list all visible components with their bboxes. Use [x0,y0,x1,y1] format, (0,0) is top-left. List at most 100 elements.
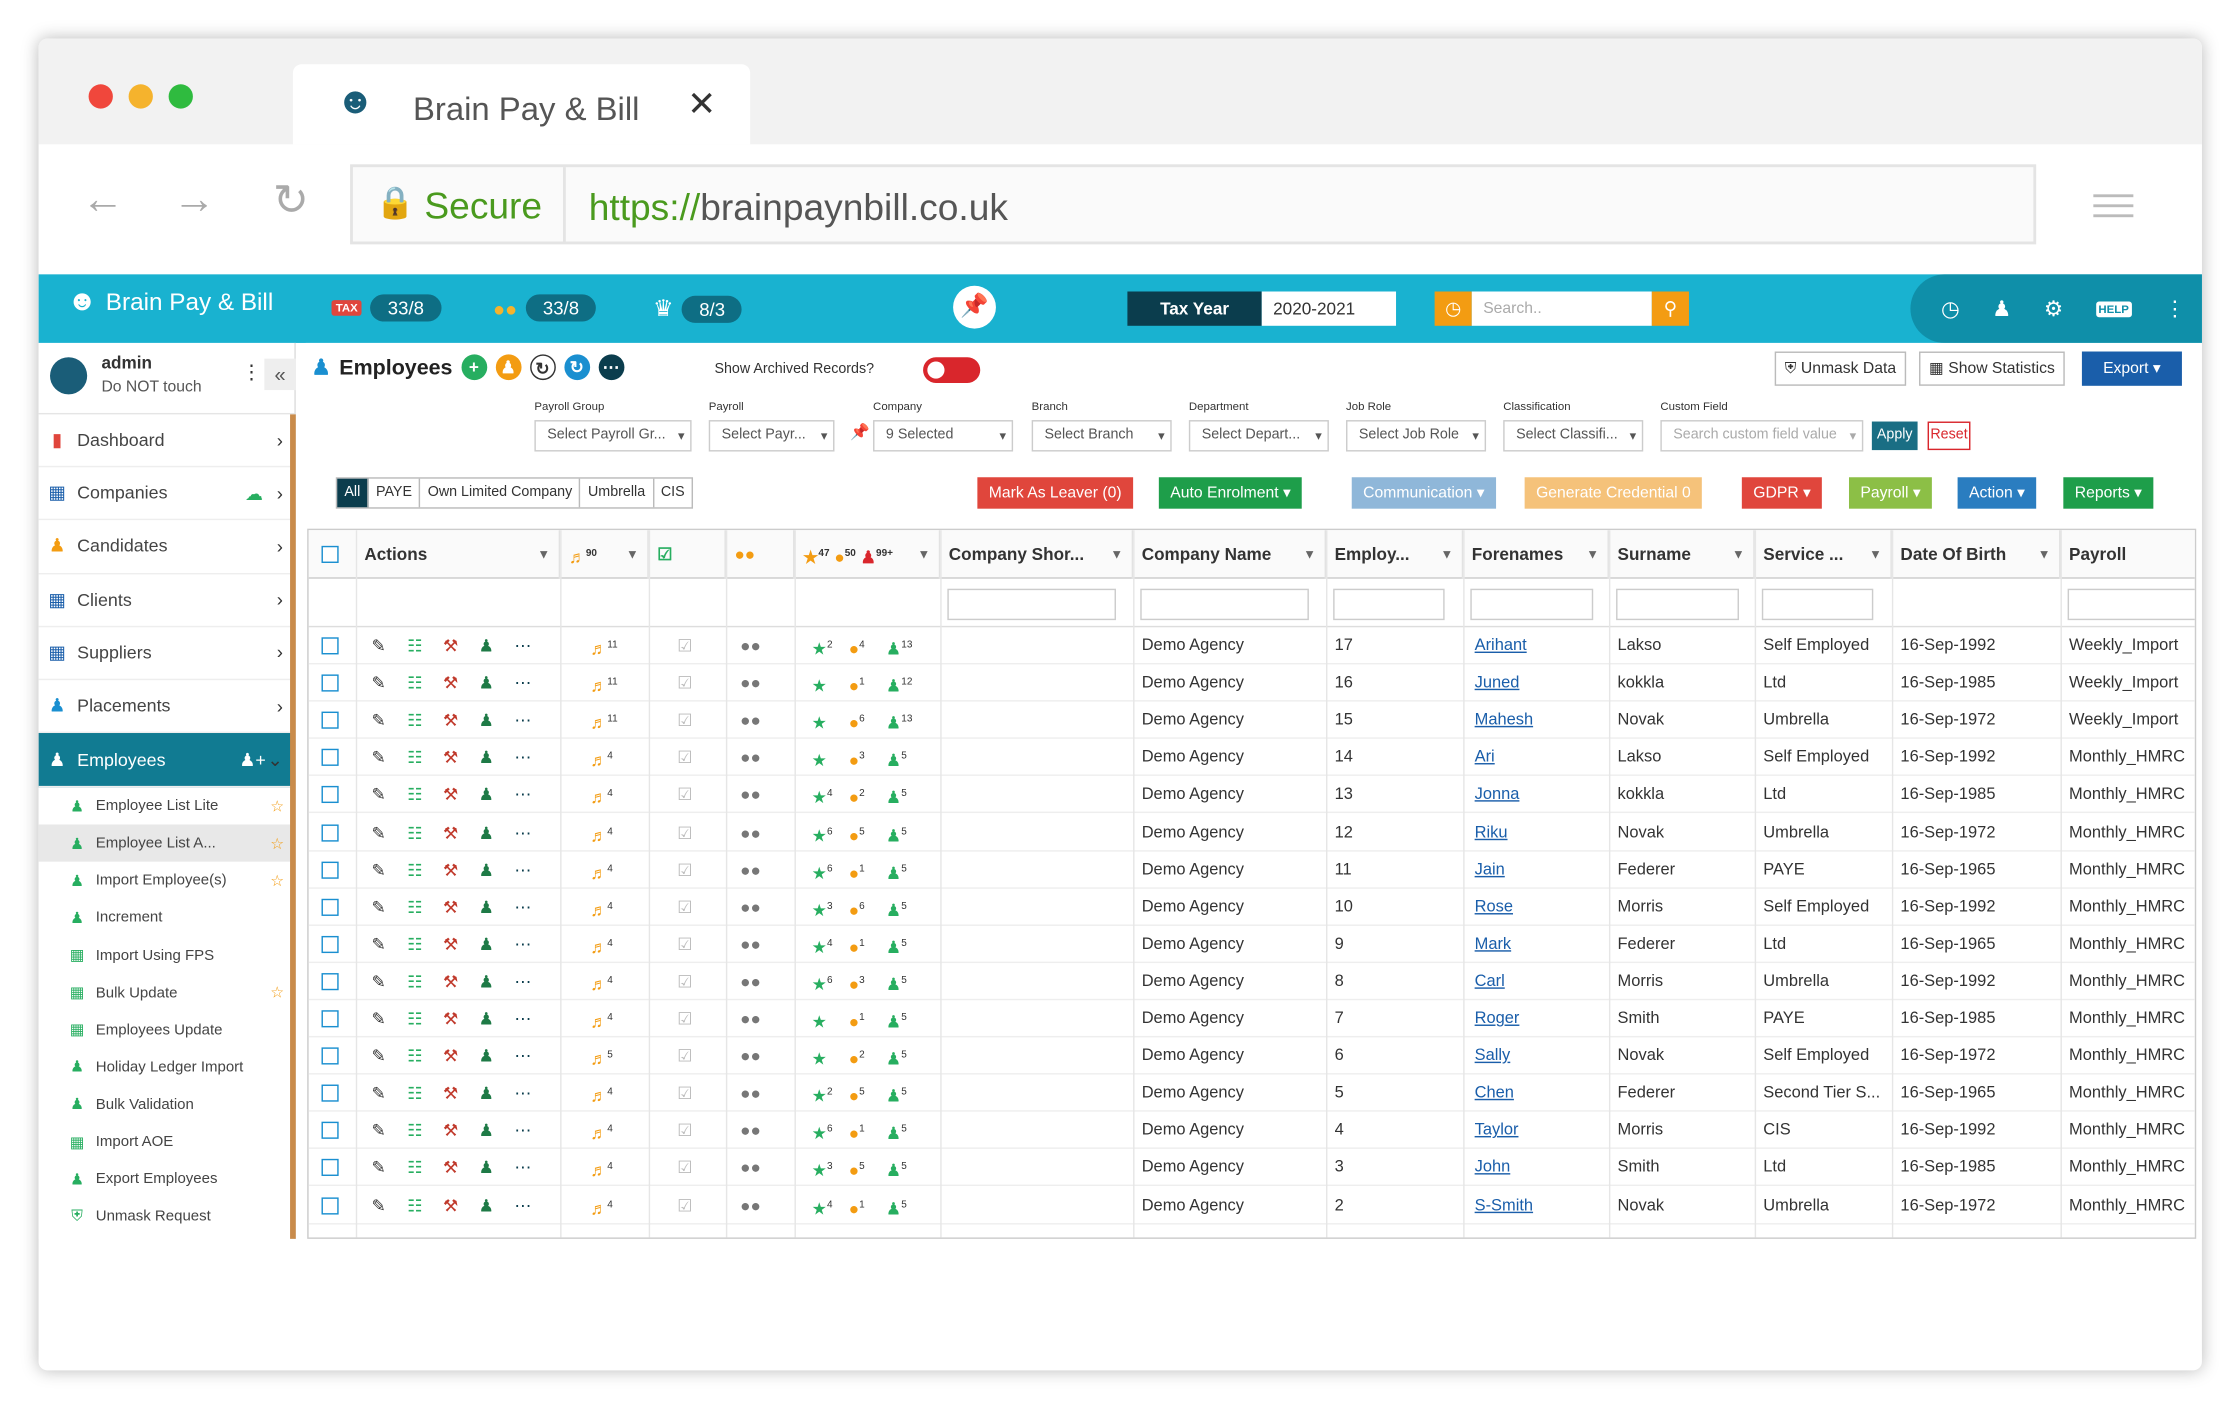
user-menu-icon[interactable]: ⋮ [241,360,261,384]
more-icon[interactable]: ⋯ [514,1082,531,1105]
more-icon[interactable]: ⋯ [514,1119,531,1142]
user-alert-icon[interactable]: ♟13 [886,709,913,735]
custom-field-input[interactable]: Search custom field value [1660,420,1864,452]
mark-as-leaver-button[interactable]: Mark As Leaver (0) [977,477,1134,509]
coins-stack-icon[interactable]: ●5 [849,1082,865,1108]
user-icon[interactable]: ♟ [479,1007,494,1030]
sidebar-subitem[interactable]: ♟ Bulk Validation [39,1086,295,1123]
coins-stack-icon[interactable]: ●2 [849,1045,865,1071]
user-plus-icon[interactable]: ♟ [1992,296,2011,321]
bell-icon[interactable]: ♬4 [590,970,613,996]
table-row[interactable]: ✎ ☷ ⚒ ♟ ⋯ ♬4 ☑ ●● ★3 ●5 ♟5 Demo Agency 3 John Smith Ltd… [308,1149,2195,1187]
company-name-filter-input[interactable] [1140,588,1309,621]
gavel-icon[interactable]: ⚒ [443,1082,458,1105]
clipboard-icon[interactable]: ☑ [677,1157,692,1180]
table-row[interactable]: ✎ ☷ ⚒ ♟ ⋯ ♬11 ☑ ●● ★ ●1 ♟12 Demo Agency 16 Juned kokkl… [308,665,2195,702]
service-filter-input[interactable] [1761,588,1874,621]
gavel-icon[interactable]: ⚒ [443,1045,458,1068]
edit-icon[interactable]: ✎ [372,1007,386,1030]
clipboard-icon[interactable]: ☑ [677,746,692,769]
clipboard-icon[interactable]: ☑ [677,784,692,807]
employee-id-filter-input[interactable] [1333,588,1445,621]
clipboard-icon[interactable]: ☑ [677,1082,692,1105]
table-row[interactable]: ✎ ☷ ⚒ ♟ ⋯ ♬4 ☑ ●● ★ ●1 ♟5 Demo Agency 7 Roger Smith PAY… [308,1000,2195,1038]
help-icon[interactable]: HELP [2095,300,2132,317]
edit-icon[interactable]: ✎ [372,746,386,769]
document-icon[interactable]: ☷ [407,858,422,881]
status-icon[interactable]: ★ [812,709,827,735]
sidebar-subitem[interactable]: ♟ Increment [39,899,295,936]
table-row[interactable]: ✎ ☷ ⚒ ♟ ⋯ ♬11 ☑ ●● ★ ●6 ♟13 Demo Agency 15 Mahesh Nova… [308,702,2195,740]
status-icon[interactable]: ★2 [812,634,833,660]
coins-stack-icon[interactable]: ●1 [849,1007,865,1033]
more-icon[interactable]: ⋯ [514,746,531,769]
col-forenames[interactable]: Forenames ▼ [1463,530,1609,579]
avatar[interactable] [50,357,88,395]
gdpr-button[interactable]: GDPR ▾ [1741,477,1823,509]
document-icon[interactable]: ☷ [407,1007,422,1030]
department-select[interactable]: Select Depart... [1188,420,1329,452]
table-row[interactable]: ✎ ☷ ⚒ ♟ ⋯ ♬4 ☑ ●● ★6 ●5 ♟5 Demo Agency 12 Riku Novak Um… [308,814,2195,852]
forename-link[interactable]: Chen [1466,1075,1609,1112]
more-icon[interactable]: ⋯ [514,634,531,657]
forename-link[interactable]: Arihant [1466,627,1609,664]
status-icon[interactable]: ★4 [812,933,833,959]
document-icon[interactable]: ☷ [407,895,422,918]
tab-own-limited-company[interactable]: Own Limited Company [421,478,581,508]
coins-stack-icon[interactable]: ●6 [849,895,865,921]
user-icon[interactable]: ♟ [479,784,494,807]
sidebar-subitem[interactable]: ♟ Employee List Lite ☆ [39,788,295,825]
forename-link[interactable]: Mark [1466,926,1609,963]
status-icon[interactable]: ★ [812,746,827,772]
reset-button[interactable]: Reset [1927,421,1971,451]
row-checkbox[interactable] [321,1159,339,1177]
search-icon[interactable]: ⚲ [1651,291,1689,326]
document-icon[interactable]: ☷ [407,1157,422,1180]
user-alert-icon[interactable]: ♟5 [886,821,907,847]
user-alert-icon[interactable]: ♟5 [886,746,907,772]
star-icon[interactable]: ☆ [270,834,284,853]
user-alert-icon[interactable]: ♟5 [886,1119,907,1145]
edit-icon[interactable]: ✎ [372,1119,386,1142]
coins-stack-icon[interactable]: ●1 [849,1119,865,1145]
edit-icon[interactable]: ✎ [372,784,386,807]
user-alert-icon[interactable]: ♟5 [886,1194,907,1220]
forename-link[interactable]: Rose [1466,888,1609,925]
gavel-icon[interactable]: ⚒ [443,709,458,732]
document-icon[interactable]: ☷ [407,746,422,769]
sidebar-item-candidates[interactable]: ♟ Candidates › [38,521,295,574]
status-icon[interactable]: ★ [812,672,827,698]
coins-stack-icon[interactable]: ●3 [849,746,865,772]
row-checkbox[interactable] [321,711,339,730]
col-company-short[interactable]: Company Shor... ▼ [940,530,1134,579]
reload-icon[interactable]: ↻ [273,176,309,226]
table-row[interactable]: ✎ ☷ ⚒ ♟ ⋯ ♬4 ☑ ●● ★3 ●6 ♟5 Demo Agency 10 Rose Morris S… [308,888,2195,926]
company-select[interactable]: 9 Selected [873,420,1014,452]
clipboard-icon[interactable]: ☑ [677,634,692,657]
clipboard-icon[interactable]: ☑ [677,1045,692,1068]
user-alert-icon[interactable]: ♟13 [886,634,913,660]
user-alert-icon[interactable]: ♟5 [886,970,907,996]
col-company-name[interactable]: Company Name ▼ [1133,530,1327,579]
sidebar-subitem[interactable]: ♟ Export Employees [39,1160,295,1197]
status-icon[interactable]: ★ [812,1045,827,1071]
clipboard-icon[interactable]: ☑ [677,895,692,918]
gavel-icon[interactable]: ⚒ [443,895,458,918]
gavel-icon[interactable]: ⚒ [443,746,458,769]
archived-toggle[interactable] [923,357,981,383]
forename-link[interactable]: Roger [1466,1000,1609,1037]
coins-stack-icon[interactable]: ●1 [849,933,865,959]
forename-link[interactable]: Ari [1466,739,1609,776]
col-documents[interactable]: ☑ [649,530,726,579]
user-icon[interactable]: ♟ [479,1082,494,1105]
gavel-icon[interactable]: ⚒ [443,1007,458,1030]
document-icon[interactable]: ☷ [407,1045,422,1068]
gavel-icon[interactable]: ⚒ [443,933,458,956]
user-icon[interactable]: ♟ [479,821,494,844]
coins-stack-icon[interactable]: ●1 [849,1194,865,1220]
browser-tab[interactable]: ☻ Brain Pay & Bill ✕ [292,64,751,145]
sidebar-item-clients[interactable]: ▦ Clients › [38,574,295,627]
user-icon[interactable]: ♟ [479,1119,494,1142]
more-icon[interactable]: ⋯ [514,895,531,918]
status-icon[interactable]: ★6 [812,821,833,847]
